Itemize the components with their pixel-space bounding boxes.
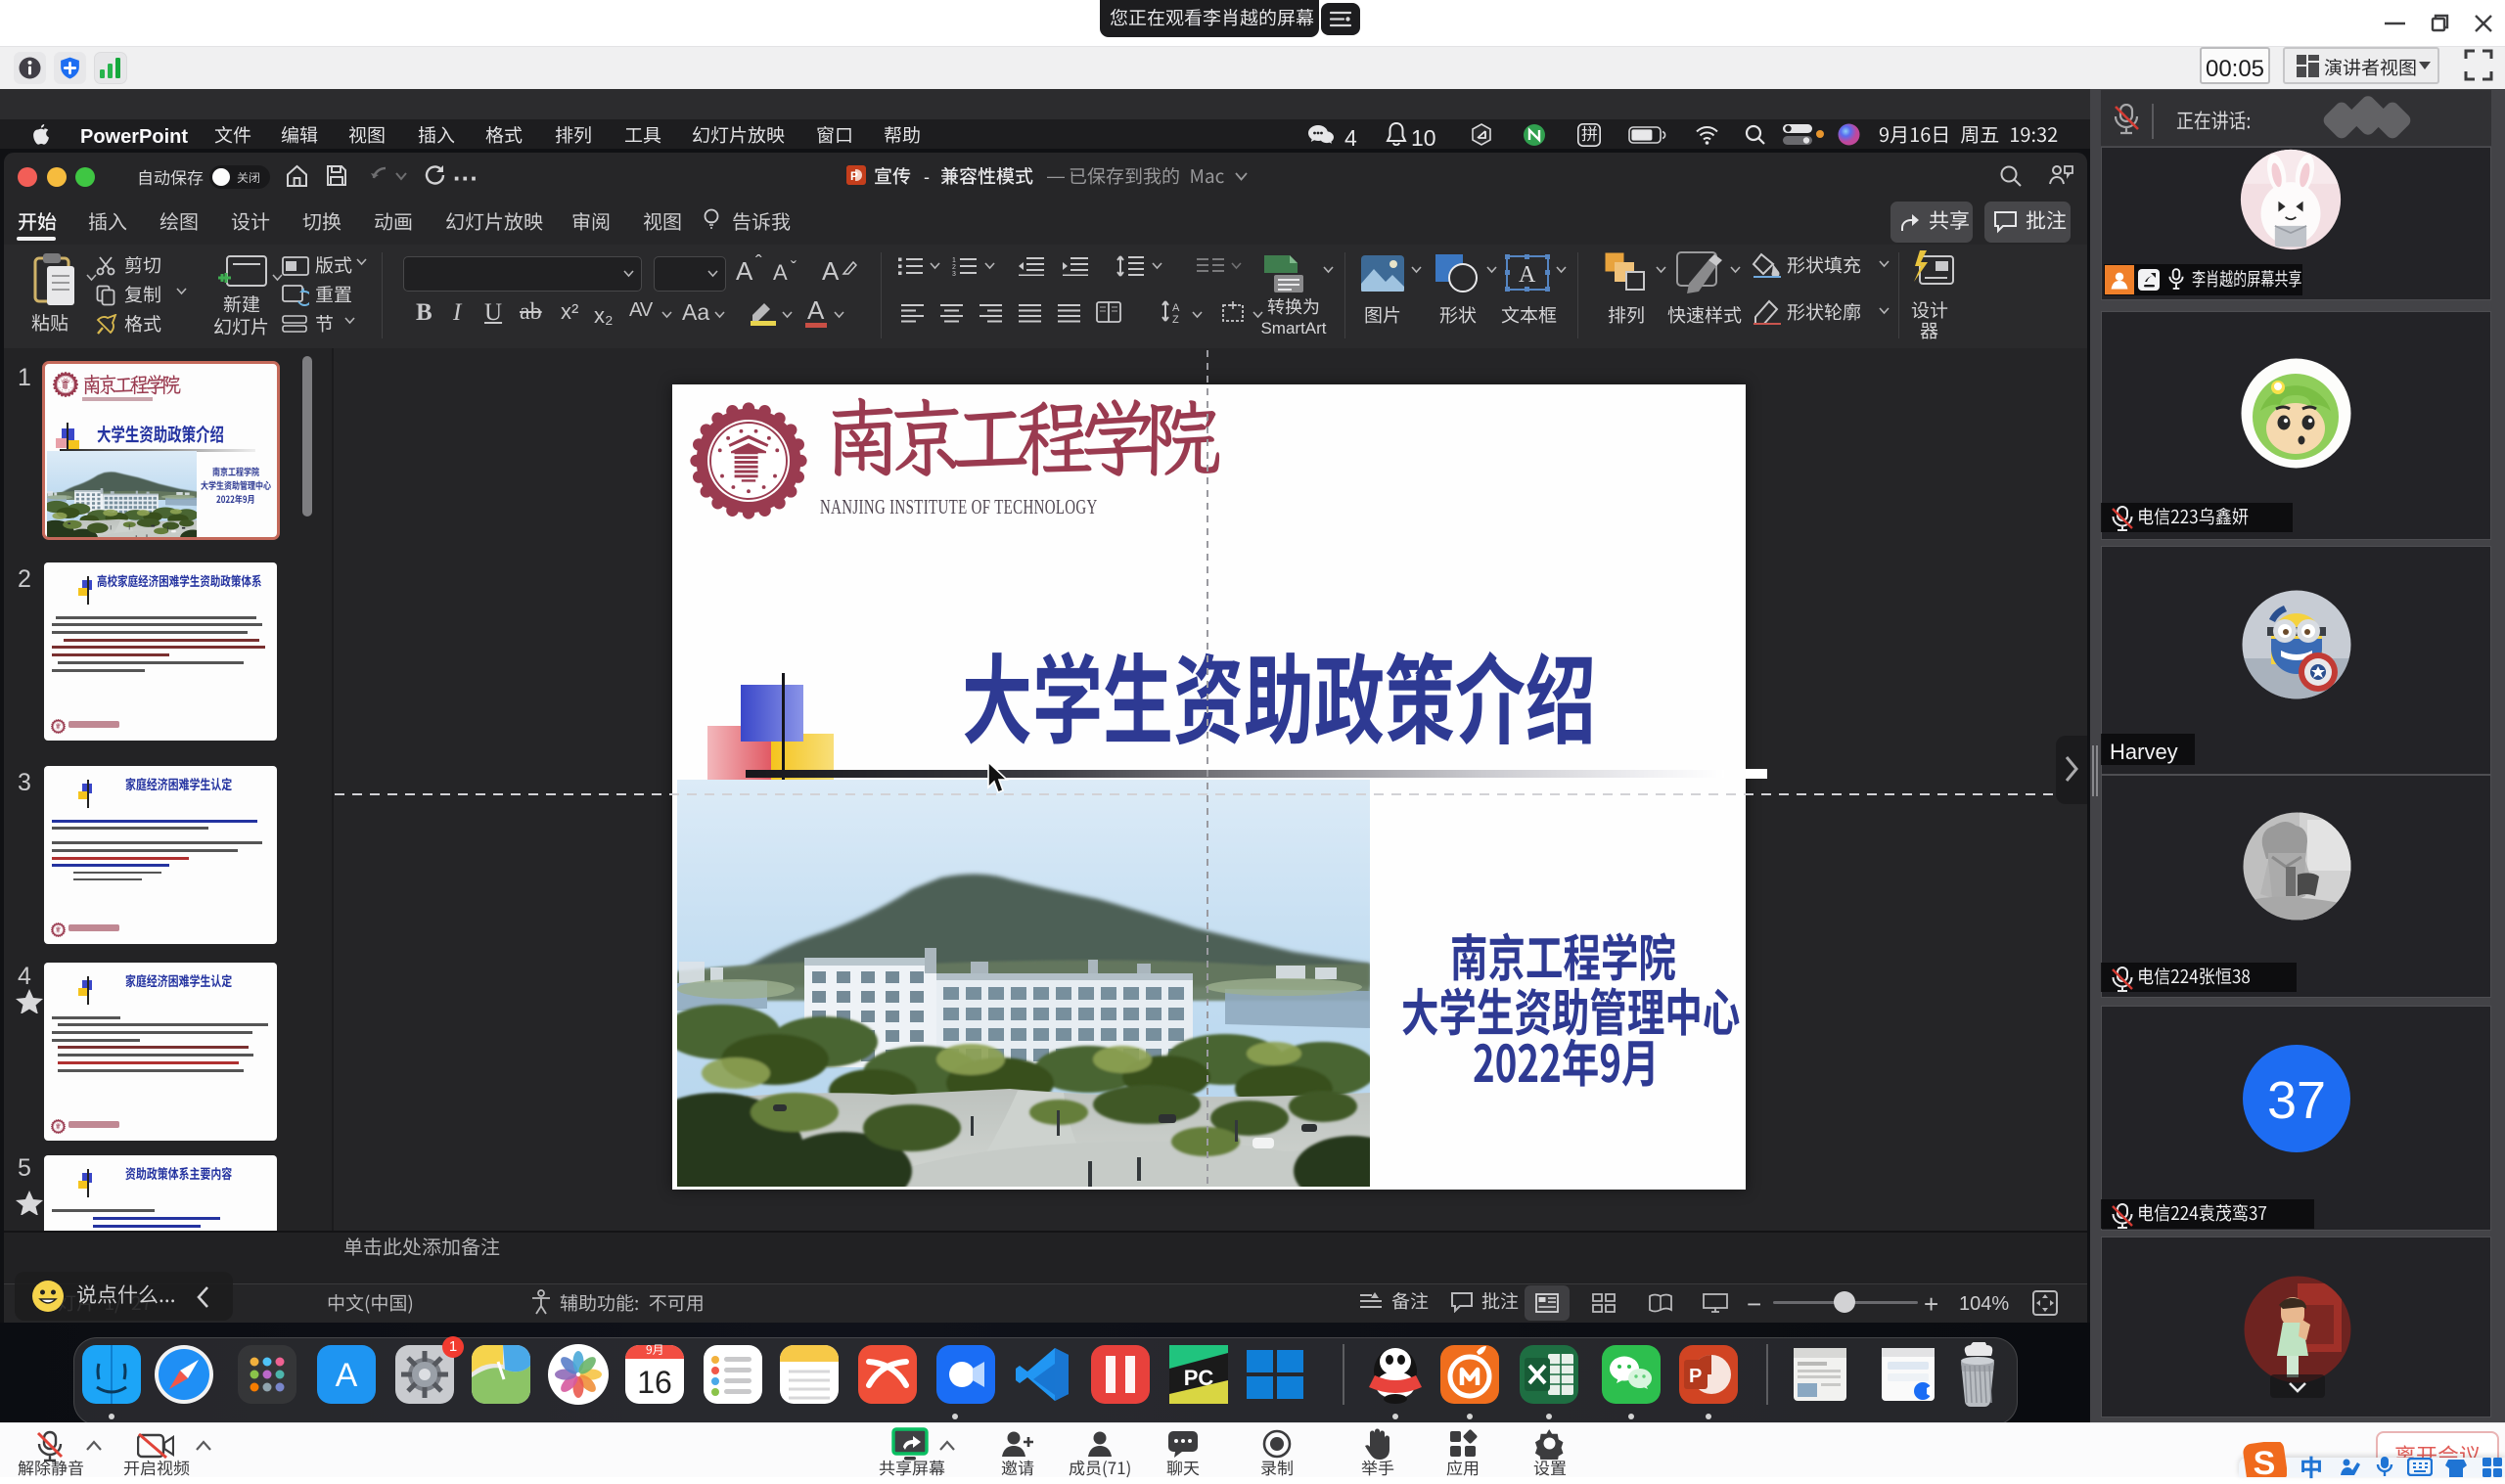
- svg-text:A: A: [1172, 302, 1180, 314]
- svg-text:2: 2: [952, 264, 956, 271]
- svg-text:P: P: [1689, 1366, 1702, 1387]
- svg-text:S: S: [2254, 1445, 2276, 1477]
- svg-text:Z: Z: [1172, 314, 1179, 325]
- svg-text:16: 16: [637, 1365, 672, 1400]
- svg-text:P: P: [850, 169, 858, 183]
- svg-text:1: 1: [952, 257, 956, 264]
- svg-text:A: A: [1519, 262, 1536, 288]
- svg-text:3: 3: [952, 271, 956, 276]
- svg-text:PC: PC: [1184, 1366, 1214, 1390]
- svg-text:A: A: [336, 1357, 358, 1394]
